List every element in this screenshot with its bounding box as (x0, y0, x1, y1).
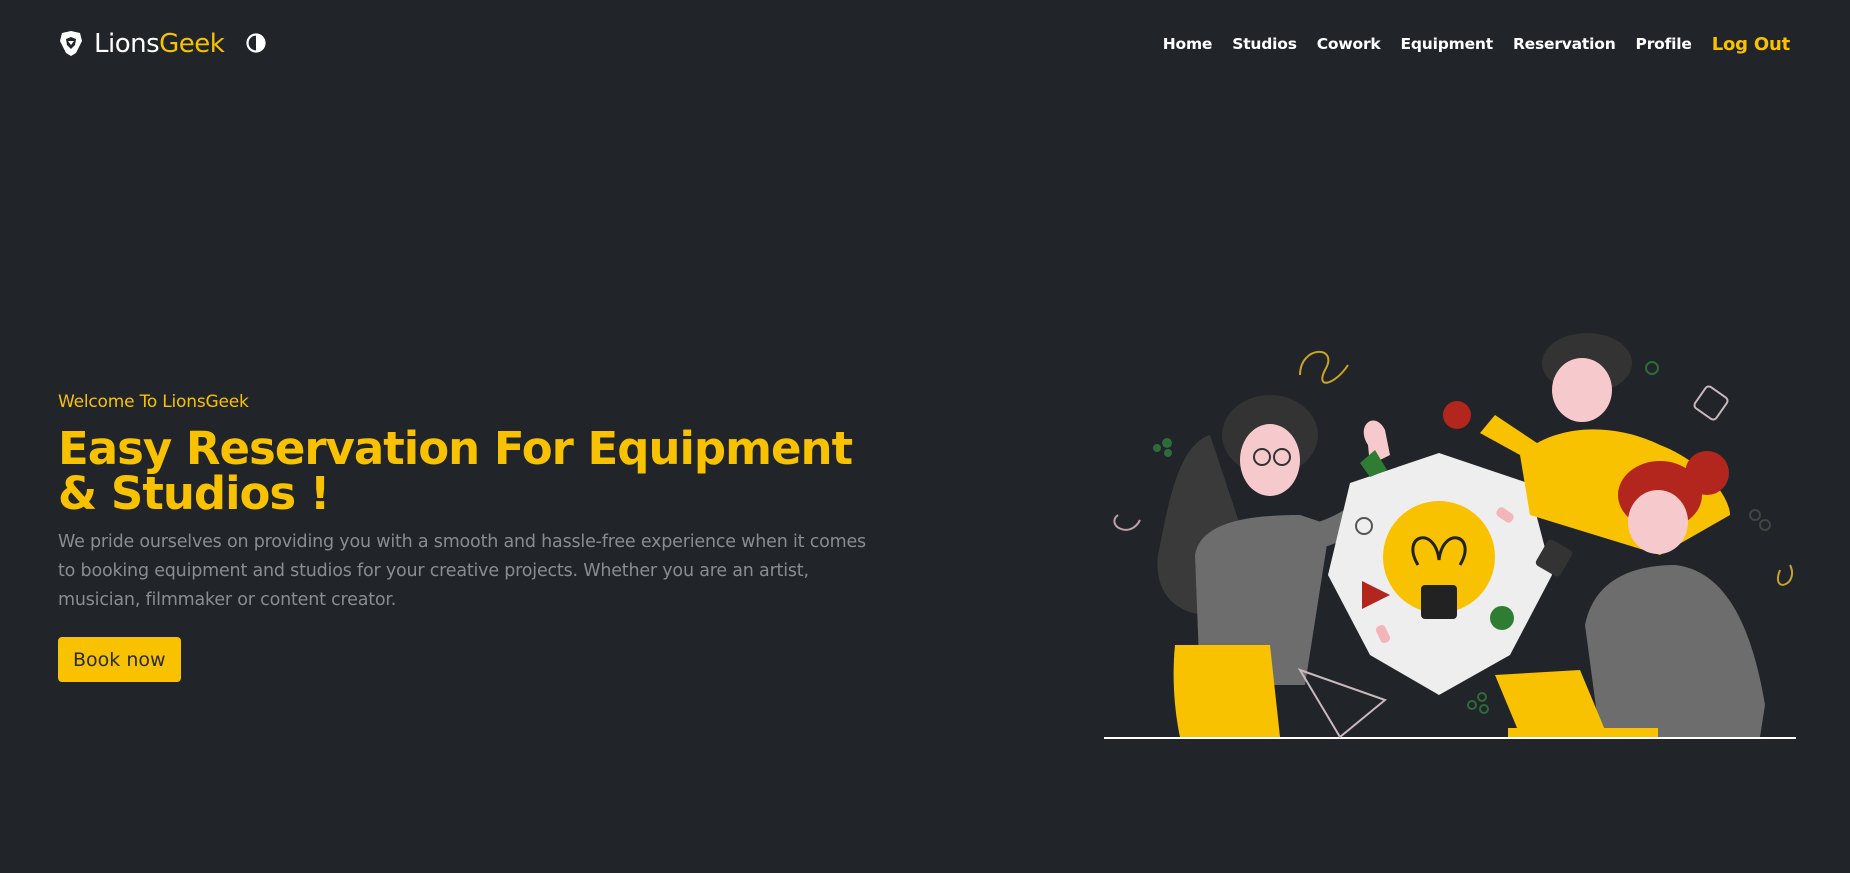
hero-section: Welcome To LionsGeek Easy Reservation Fo… (58, 392, 958, 682)
brand-name: LionsGeek (94, 29, 225, 59)
hero-eyebrow: Welcome To LionsGeek (58, 392, 249, 412)
logout-link[interactable]: Log Out (1712, 34, 1791, 55)
top-navbar: LionsGeek Home Studios Cowork Equipment … (0, 0, 1850, 90)
brand-name-geek: Geek (159, 29, 225, 59)
main-nav: Home Studios Cowork Equipment Reservatio… (1163, 30, 1790, 58)
nav-equipment[interactable]: Equipment (1401, 35, 1494, 53)
contrast-icon[interactable] (246, 33, 266, 53)
nav-studios[interactable]: Studios (1232, 35, 1297, 53)
hero-description: We pride ourselves on providing you with… (58, 532, 866, 610)
nav-cowork[interactable]: Cowork (1317, 35, 1381, 53)
brand-name-lions: Lions (94, 29, 160, 59)
nav-profile[interactable]: Profile (1636, 35, 1692, 53)
hero-headline: Easy Reservation For Equipment & Studios… (58, 422, 853, 520)
landing-page: LionsGeek Home Studios Cowork Equipment … (0, 0, 1850, 873)
hero-illustration (1104, 333, 1796, 739)
nav-home[interactable]: Home (1163, 35, 1213, 53)
brand[interactable]: LionsGeek (58, 24, 225, 64)
nav-reservation[interactable]: Reservation (1513, 35, 1616, 53)
book-now-button[interactable]: Book now (58, 637, 181, 682)
lion-shield-icon (60, 31, 82, 56)
